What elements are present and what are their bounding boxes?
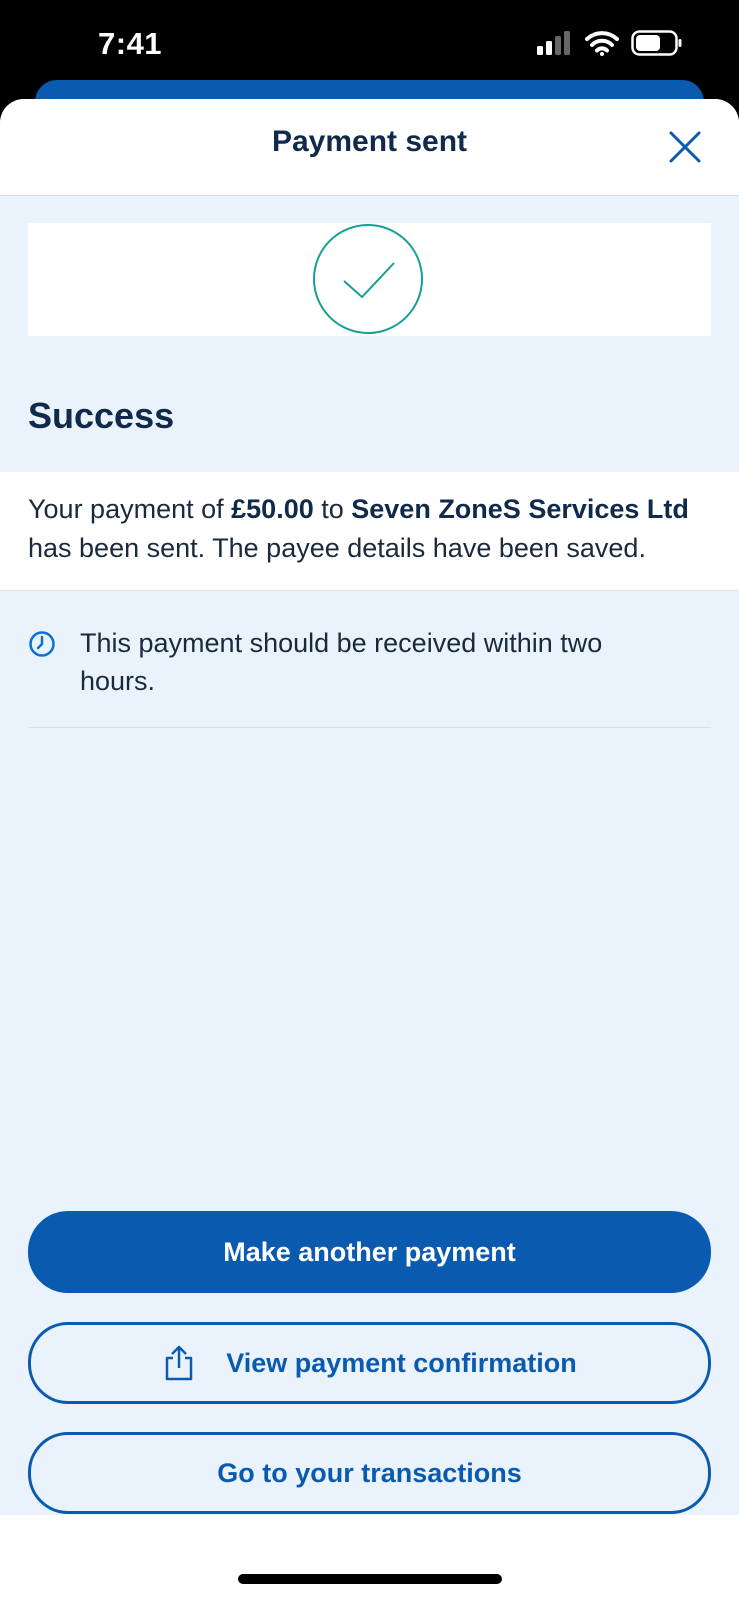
status-time: 7:41 — [98, 26, 163, 61]
share-icon — [165, 1345, 193, 1381]
signal-icon — [537, 31, 570, 55]
sheet-title: Payment sent — [271, 125, 468, 158]
payment-sent-sheet: Payment sent Success Your payment of £50… — [0, 99, 739, 1600]
status-bar: 7:41 — [0, 0, 739, 92]
message-suffix: has been sent. The payee details have be… — [28, 533, 646, 563]
clock-icon — [29, 631, 55, 657]
confirmation-text: Your payment of £50.00 to Seven ZoneS Se… — [28, 490, 718, 568]
payment-timing-text: This payment should be received within t… — [80, 628, 603, 696]
battery-icon — [631, 30, 682, 56]
payment-amount: £50.00 — [231, 494, 314, 524]
payment-timing-info: This payment should be received within t… — [28, 612, 711, 728]
go-to-transactions-button[interactable]: Go to your transactions — [28, 1432, 711, 1514]
home-indicator[interactable] — [238, 1574, 502, 1584]
status-icons — [537, 30, 683, 56]
close-icon[interactable] — [665, 127, 705, 167]
bottom-safe-area — [0, 1515, 739, 1600]
check-circle-icon — [313, 224, 423, 334]
success-heading: Success — [28, 395, 175, 436]
message-mid: to — [313, 494, 352, 524]
success-banner — [28, 223, 711, 336]
make-another-payment-button[interactable]: Make another payment — [28, 1211, 711, 1293]
payee-name: Seven ZoneS Services Ltd — [351, 494, 689, 524]
confirmation-message: Your payment of £50.00 to Seven ZoneS Se… — [0, 472, 739, 591]
view-payment-confirmation-label: View payment confirmation — [226, 1347, 577, 1378]
sheet-header: Payment sent — [0, 99, 739, 196]
view-payment-confirmation-button[interactable]: View payment confirmation — [28, 1322, 711, 1404]
message-prefix: Your payment of — [28, 494, 232, 524]
wifi-icon — [585, 31, 619, 56]
app-screen: 7:41 Payment sent Success Your payment o… — [0, 0, 739, 1600]
